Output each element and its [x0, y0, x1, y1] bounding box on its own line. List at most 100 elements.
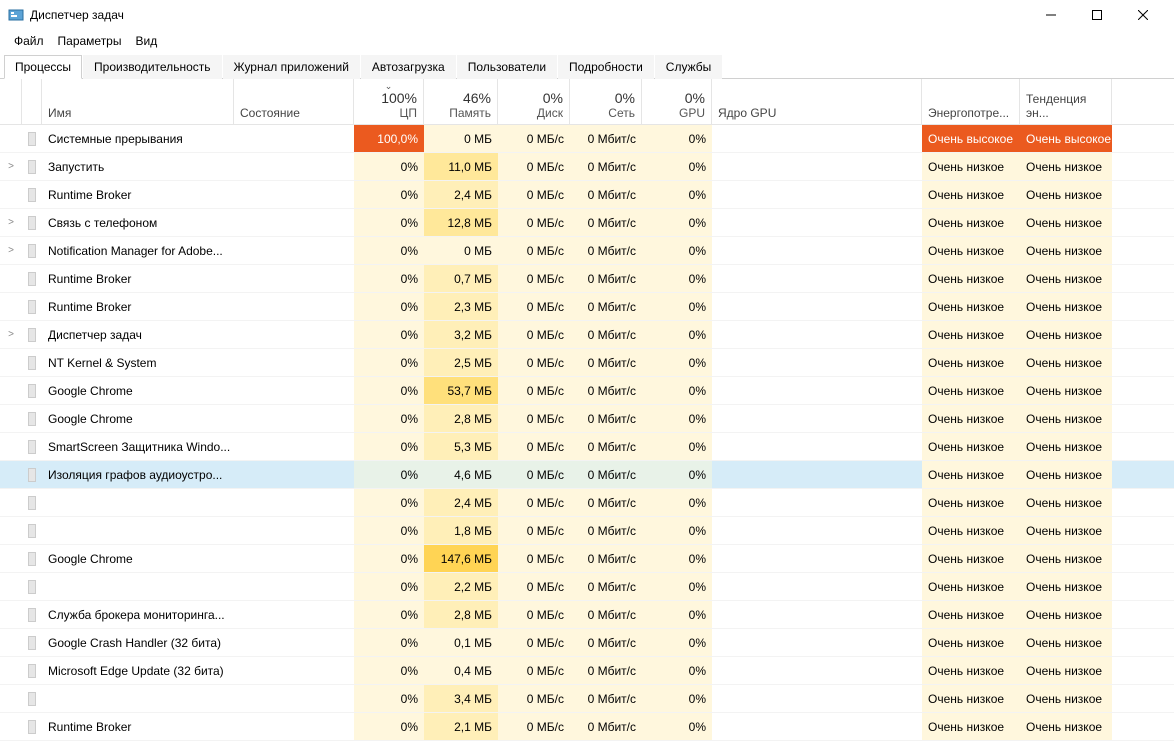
minimize-button[interactable]: [1028, 0, 1074, 30]
tab-startup[interactable]: Автозагрузка: [361, 55, 456, 79]
col-network[interactable]: 0% Сеть: [570, 79, 642, 124]
table-row[interactable]: >Диспетчер задач0%3,2 МБ0 МБ/с0 Мбит/с0%…: [0, 321, 1174, 349]
disk-value: 0 МБ/с: [498, 321, 570, 348]
cpu-value: 0%: [354, 713, 424, 740]
menu-view[interactable]: Вид: [129, 32, 163, 50]
col-memory[interactable]: 46% Память: [424, 79, 498, 124]
table-row[interactable]: 0%3,4 МБ0 МБ/с0 Мбит/с0%Очень низкоеОчен…: [0, 685, 1174, 713]
menu-options[interactable]: Параметры: [52, 32, 128, 50]
process-status: [234, 601, 354, 628]
process-status: [234, 657, 354, 684]
table-row[interactable]: Изоляция графов аудиоустро...0%4,6 МБ0 М…: [0, 461, 1174, 489]
process-status: [234, 629, 354, 656]
network-value: 0 Мбит/с: [570, 377, 642, 404]
expand-toggle[interactable]: >: [0, 209, 22, 236]
expand-toggle[interactable]: >: [0, 237, 22, 264]
table-row[interactable]: >Связь с телефоном0%12,8 МБ0 МБ/с0 Мбит/…: [0, 209, 1174, 237]
table-row[interactable]: Системные прерывания100,0%0 МБ0 МБ/с0 Мб…: [0, 125, 1174, 153]
table-row[interactable]: Runtime Broker0%2,1 МБ0 МБ/с0 Мбит/с0%Оч…: [0, 713, 1174, 741]
gpu-core-value: [712, 573, 922, 600]
process-status: [234, 153, 354, 180]
col-disk[interactable]: 0% Диск: [498, 79, 570, 124]
tab-processes[interactable]: Процессы: [4, 55, 82, 79]
tab-details[interactable]: Подробности: [558, 55, 654, 79]
power-value: Очень низкое: [922, 237, 1020, 264]
table-row[interactable]: Google Chrome0%2,8 МБ0 МБ/с0 Мбит/с0%Оче…: [0, 405, 1174, 433]
expand-toggle: [0, 545, 22, 572]
table-row[interactable]: Google Chrome0%53,7 МБ0 МБ/с0 Мбит/с0%Оч…: [0, 377, 1174, 405]
power-value: Очень низкое: [922, 629, 1020, 656]
cpu-value: 0%: [354, 685, 424, 712]
network-value: 0 Мбит/с: [570, 713, 642, 740]
process-status: [234, 349, 354, 376]
table-row[interactable]: 0%1,8 МБ0 МБ/с0 Мбит/с0%Очень низкоеОчен…: [0, 517, 1174, 545]
col-power-trend[interactable]: Тенденция эн...: [1020, 79, 1112, 124]
table-row[interactable]: Microsoft Edge Update (32 бита)0%0,4 МБ0…: [0, 657, 1174, 685]
tabbar: Процессы Производительность Журнал прило…: [0, 54, 1174, 79]
table-row[interactable]: NT Kernel & System0%2,5 МБ0 МБ/с0 Мбит/с…: [0, 349, 1174, 377]
table-row[interactable]: 0%2,2 МБ0 МБ/с0 Мбит/с0%Очень низкоеОчен…: [0, 573, 1174, 601]
maximize-button[interactable]: [1074, 0, 1120, 30]
col-gpu-core[interactable]: Ядро GPU: [712, 79, 922, 124]
table-row[interactable]: SmartScreen Защитника Windo...0%5,3 МБ0 …: [0, 433, 1174, 461]
process-status: [234, 517, 354, 544]
col-gpu[interactable]: 0% GPU: [642, 79, 712, 124]
process-name: Google Chrome: [42, 377, 234, 404]
table-row[interactable]: >Запустить0%11,0 МБ0 МБ/с0 Мбит/с0%Очень…: [0, 153, 1174, 181]
power-value: Очень низкое: [922, 181, 1020, 208]
process-icon: [22, 433, 42, 460]
power-trend-value: Очень низкое: [1020, 265, 1112, 292]
disk-value: 0 МБ/с: [498, 237, 570, 264]
table-row[interactable]: Runtime Broker0%0,7 МБ0 МБ/с0 Мбит/с0%Оч…: [0, 265, 1174, 293]
network-value: 0 Мбит/с: [570, 349, 642, 376]
gpu-value: 0%: [642, 685, 712, 712]
gpu-core-value: [712, 713, 922, 740]
table-row[interactable]: >Notification Manager for Adobe...0%0 МБ…: [0, 237, 1174, 265]
tab-performance[interactable]: Производительность: [83, 55, 221, 79]
process-name: Google Chrome: [42, 405, 234, 432]
process-status: [234, 461, 354, 488]
process-status: [234, 125, 354, 152]
col-cpu[interactable]: ⌄ 100% ЦП: [354, 79, 424, 124]
power-trend-value: Очень низкое: [1020, 685, 1112, 712]
power-value: Очень низкое: [922, 209, 1020, 236]
menu-file[interactable]: Файл: [8, 32, 50, 50]
col-power[interactable]: Энергопотре...: [922, 79, 1020, 124]
expand-toggle[interactable]: >: [0, 321, 22, 348]
gpu-value: 0%: [642, 461, 712, 488]
gpu-value: 0%: [642, 545, 712, 572]
tab-app-history[interactable]: Журнал приложений: [223, 55, 360, 79]
disk-value: 0 МБ/с: [498, 209, 570, 236]
gpu-value: 0%: [642, 517, 712, 544]
expand-toggle[interactable]: >: [0, 153, 22, 180]
process-icon: [22, 153, 42, 180]
table-row[interactable]: 0%2,4 МБ0 МБ/с0 Мбит/с0%Очень низкоеОчен…: [0, 489, 1174, 517]
disk-value: 0 МБ/с: [498, 657, 570, 684]
tab-services[interactable]: Службы: [655, 55, 722, 79]
table-row[interactable]: Google Chrome0%147,6 МБ0 МБ/с0 Мбит/с0%О…: [0, 545, 1174, 573]
table-row[interactable]: Google Crash Handler (32 бита)0%0,1 МБ0 …: [0, 629, 1174, 657]
tab-users[interactable]: Пользователи: [457, 55, 557, 79]
disk-value: 0 МБ/с: [498, 601, 570, 628]
gpu-core-value: [712, 517, 922, 544]
table-row[interactable]: Runtime Broker0%2,3 МБ0 МБ/с0 Мбит/с0%Оч…: [0, 293, 1174, 321]
table-row[interactable]: Runtime Broker0%2,4 МБ0 МБ/с0 Мбит/с0%Оч…: [0, 181, 1174, 209]
network-value: 0 Мбит/с: [570, 181, 642, 208]
cpu-value: 0%: [354, 181, 424, 208]
close-button[interactable]: [1120, 0, 1166, 30]
network-value: 0 Мбит/с: [570, 573, 642, 600]
network-value: 0 Мбит/с: [570, 685, 642, 712]
col-name[interactable]: Имя: [42, 79, 234, 124]
col-status[interactable]: Состояние: [234, 79, 354, 124]
disk-value: 0 МБ/с: [498, 405, 570, 432]
gpu-core-value: [712, 461, 922, 488]
process-status: [234, 685, 354, 712]
gpu-value: 0%: [642, 209, 712, 236]
expand-toggle: [0, 349, 22, 376]
power-value: Очень низкое: [922, 265, 1020, 292]
power-trend-value: Очень низкое: [1020, 517, 1112, 544]
process-icon: [22, 377, 42, 404]
process-name: Notification Manager for Adobe...: [42, 237, 234, 264]
table-row[interactable]: Служба брокера мониторинга...0%2,8 МБ0 М…: [0, 601, 1174, 629]
power-trend-value: Очень низкое: [1020, 461, 1112, 488]
